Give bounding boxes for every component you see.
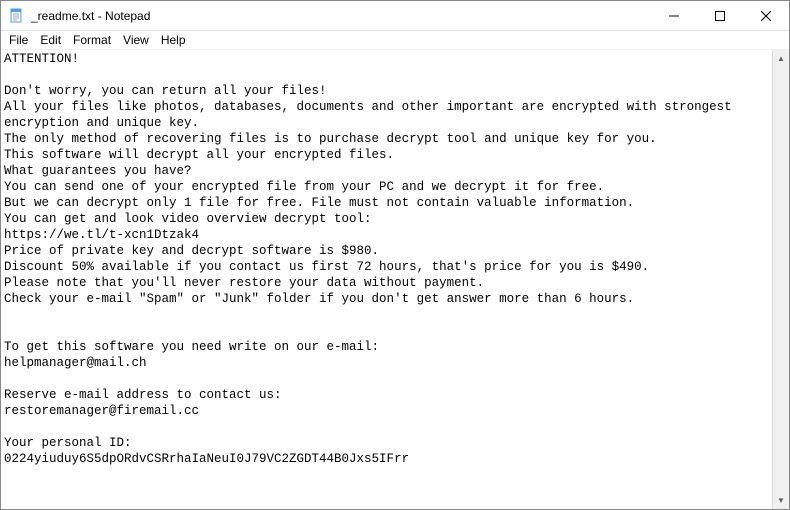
menu-file[interactable]: File — [3, 32, 34, 48]
menu-view[interactable]: View — [117, 32, 155, 48]
minimize-button[interactable] — [651, 1, 697, 31]
menubar: File Edit Format View Help — [1, 31, 789, 50]
menu-format[interactable]: Format — [67, 32, 117, 48]
content-wrapper: ATTENTION! Don't worry, you can return a… — [1, 50, 789, 509]
vertical-scrollbar[interactable]: ▲ ▼ — [772, 50, 789, 509]
menu-help[interactable]: Help — [155, 32, 192, 48]
maximize-button[interactable] — [697, 1, 743, 31]
scroll-up-arrow-icon[interactable]: ▲ — [773, 50, 789, 67]
close-button[interactable] — [743, 1, 789, 31]
text-editor-content[interactable]: ATTENTION! Don't worry, you can return a… — [1, 50, 772, 509]
window-controls — [651, 1, 789, 30]
scroll-down-arrow-icon[interactable]: ▼ — [773, 492, 789, 509]
window-title: _readme.txt - Notepad — [31, 9, 651, 23]
notepad-icon — [9, 8, 25, 24]
titlebar: _readme.txt - Notepad — [1, 1, 789, 31]
menu-edit[interactable]: Edit — [34, 32, 67, 48]
